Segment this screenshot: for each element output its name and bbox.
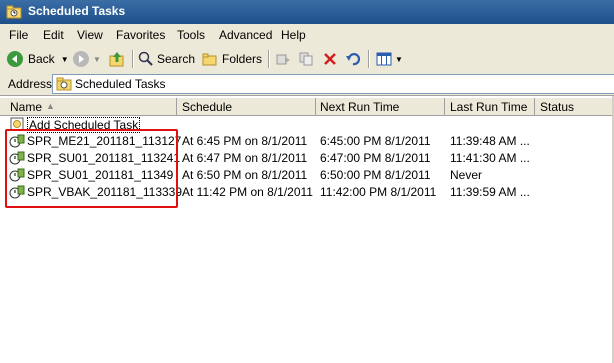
menu-help[interactable]: Help [281, 28, 306, 42]
column-header-next-run-time[interactable]: Next Run Time [320, 100, 399, 114]
back-button[interactable]: Back ▼ [6, 49, 69, 69]
sort-ascending-icon: ▲ [46, 101, 55, 111]
menu-advanced[interactable]: Advanced [219, 28, 272, 42]
forward-arrow-icon [73, 51, 89, 67]
menu-bar: File Edit View Favorites Tools Advanced … [0, 24, 614, 47]
address-input[interactable]: Scheduled Tasks [52, 74, 614, 94]
toolbar-separator [368, 50, 370, 68]
folders-icon [202, 53, 217, 66]
move-to-icon [276, 54, 290, 65]
undo-button[interactable] [345, 49, 361, 69]
list-header: Name ▲ Schedule Next Run Time Last Run T… [0, 98, 614, 116]
undo-icon [346, 53, 361, 66]
scheduled-tasks-folder-icon [6, 5, 22, 19]
task-schedule: At 11:42 PM on 8/1/2011 [182, 185, 313, 199]
task-schedule: At 6:47 PM on 8/1/2011 [182, 151, 308, 165]
folders-button[interactable]: Folders [202, 49, 262, 69]
column-divider[interactable] [444, 98, 445, 115]
copy-to-button[interactable] [298, 49, 314, 69]
menu-tools[interactable]: Tools [177, 28, 205, 42]
back-label: Back [28, 52, 55, 66]
address-value: Scheduled Tasks [75, 77, 166, 91]
back-arrow-icon [7, 51, 23, 67]
column-divider[interactable] [315, 98, 316, 115]
toolbar: Back ▼ ▼ Search Folders ▼ [0, 46, 614, 73]
title-bar: Scheduled Tasks [0, 0, 614, 24]
address-label: Address [8, 77, 53, 91]
search-label: Search [157, 52, 196, 66]
task-next-run: 6:45:00 PM 8/1/2011 [320, 134, 431, 148]
task-last-run: 11:41:30 AM ... [450, 151, 530, 165]
search-button[interactable]: Search [138, 49, 195, 69]
column-divider[interactable] [176, 98, 177, 115]
address-bar: Address Scheduled Tasks [0, 72, 614, 96]
menu-view[interactable]: View [77, 28, 103, 42]
up-folder-button[interactable] [108, 49, 126, 69]
task-next-run: 6:50:00 PM 8/1/2011 [320, 168, 431, 182]
views-button[interactable]: ▼ [376, 49, 403, 69]
column-header-name[interactable]: Name [10, 100, 42, 114]
menu-file[interactable]: File [9, 28, 28, 42]
scheduled-tasks-folder-icon [56, 77, 72, 91]
chevron-down-icon[interactable]: ▼ [93, 55, 101, 64]
toolbar-separator [132, 50, 134, 68]
move-to-button[interactable] [276, 49, 292, 69]
views-grid-icon [376, 52, 392, 66]
column-header-last-run-time[interactable]: Last Run Time [450, 100, 527, 114]
task-schedule: At 6:45 PM on 8/1/2011 [182, 134, 308, 148]
task-last-run: 11:39:48 AM ... [450, 134, 530, 148]
chevron-down-icon[interactable]: ▼ [61, 55, 69, 64]
task-next-run: 11:42:00 PM 8/1/2011 [320, 185, 437, 199]
column-header-schedule[interactable]: Schedule [182, 100, 232, 114]
delete-button[interactable] [322, 49, 338, 69]
chevron-down-icon[interactable]: ▼ [395, 55, 403, 64]
delete-x-icon [324, 53, 336, 65]
search-icon [138, 51, 153, 66]
folders-label: Folders [222, 52, 263, 66]
task-schedule: At 6:50 PM on 8/1/2011 [182, 168, 308, 182]
task-last-run: Never [450, 168, 483, 182]
task-next-run: 6:47:00 PM 8/1/2011 [320, 151, 431, 165]
window-title: Scheduled Tasks [28, 4, 126, 18]
copy-to-icon [299, 52, 313, 66]
toolbar-separator [268, 50, 270, 68]
menu-edit[interactable]: Edit [43, 28, 64, 42]
up-folder-icon [109, 52, 124, 67]
column-header-status[interactable]: Status [540, 100, 574, 114]
menu-favorites[interactable]: Favorites [116, 28, 165, 42]
column-divider[interactable] [534, 98, 535, 115]
forward-button[interactable]: ▼ [72, 49, 101, 69]
task-last-run: 11:39:59 AM ... [450, 185, 530, 199]
highlight-box [5, 129, 178, 208]
